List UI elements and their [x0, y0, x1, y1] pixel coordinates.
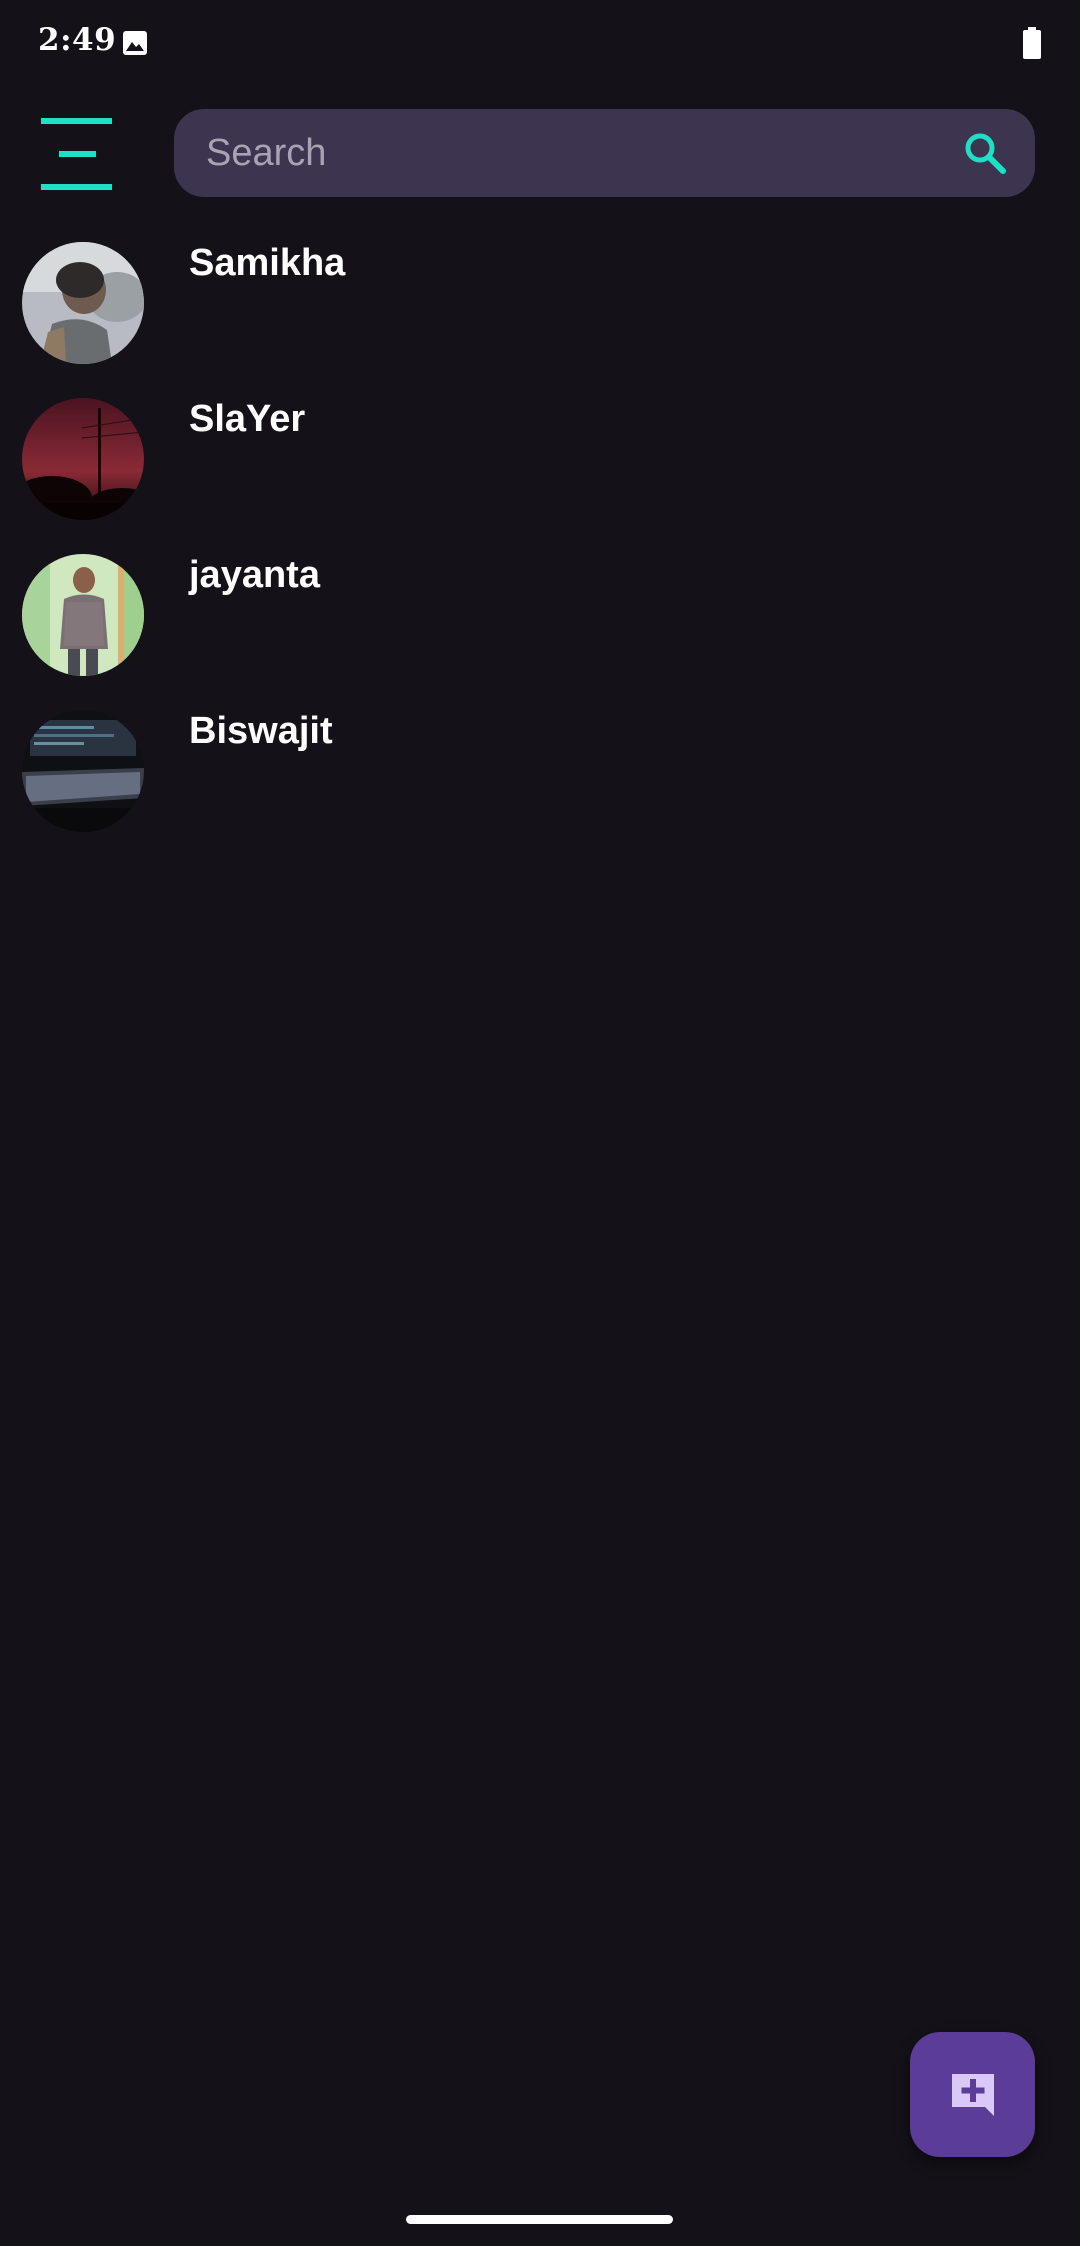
list-item[interactable]: Samikha	[0, 236, 1080, 392]
search-input[interactable]	[206, 109, 906, 197]
contact-name: Samikha	[189, 242, 346, 284]
list-item[interactable]: SlaYer	[0, 392, 1080, 548]
new-chat-icon	[952, 2074, 994, 2116]
search-icon[interactable]	[961, 129, 1009, 177]
gesture-navigation-bar[interactable]	[406, 2215, 673, 2224]
chat-list-screen: 2:49 Search Samikha SlaYer jayanta Biswa…	[0, 0, 1080, 2246]
avatar	[22, 398, 144, 520]
contact-list: Samikha SlaYer jayanta Biswajit	[0, 236, 1080, 860]
contact-name: SlaYer	[189, 398, 306, 440]
avatar	[22, 242, 144, 364]
contact-name: Biswajit	[189, 710, 333, 752]
contact-name: jayanta	[189, 554, 320, 596]
new-chat-button[interactable]	[910, 2032, 1035, 2157]
battery-icon	[1023, 27, 1041, 59]
image-icon	[123, 31, 147, 55]
status-time: 2:49	[38, 22, 117, 58]
list-item[interactable]: jayanta	[0, 548, 1080, 704]
avatar	[22, 554, 144, 676]
menu-button[interactable]	[30, 104, 126, 200]
list-item[interactable]: Biswajit	[0, 704, 1080, 860]
search-bar	[174, 109, 1035, 197]
avatar	[22, 710, 144, 832]
status-bar: 2:49	[0, 0, 1080, 90]
menu-icon	[41, 118, 112, 190]
